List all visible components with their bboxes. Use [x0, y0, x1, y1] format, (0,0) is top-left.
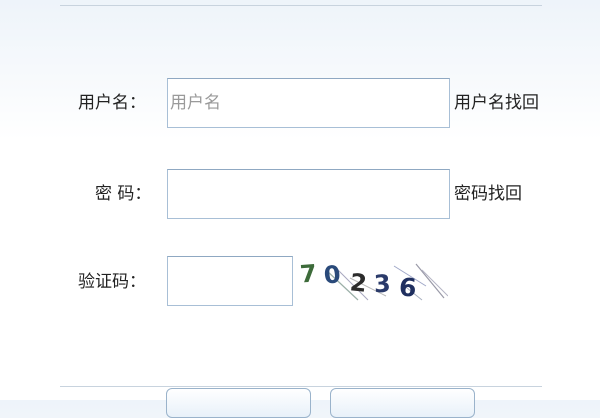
captcha-digit: 2 [349, 268, 369, 298]
captcha-digit: 6 [398, 272, 417, 302]
username-input[interactable] [167, 78, 450, 128]
password-label: 密 码： [95, 184, 152, 204]
captcha-digit: 3 [373, 270, 391, 299]
captcha-digit: 0 [322, 260, 342, 290]
username-recover-link[interactable]: 用户名找回 [454, 93, 539, 113]
password-recover-link[interactable]: 密码找回 [454, 184, 522, 204]
password-input[interactable] [167, 169, 450, 219]
login-button[interactable] [166, 388, 311, 418]
captcha-label: 验证码： [78, 272, 146, 292]
bottom-divider [60, 386, 542, 387]
captcha-input[interactable] [167, 256, 293, 306]
reset-button[interactable] [330, 388, 475, 418]
captcha-digit: 7 [299, 259, 318, 288]
captcha-image[interactable]: 7 0 2 3 6 [298, 256, 448, 302]
username-label: 用户名： [78, 93, 146, 113]
top-divider [60, 5, 542, 6]
